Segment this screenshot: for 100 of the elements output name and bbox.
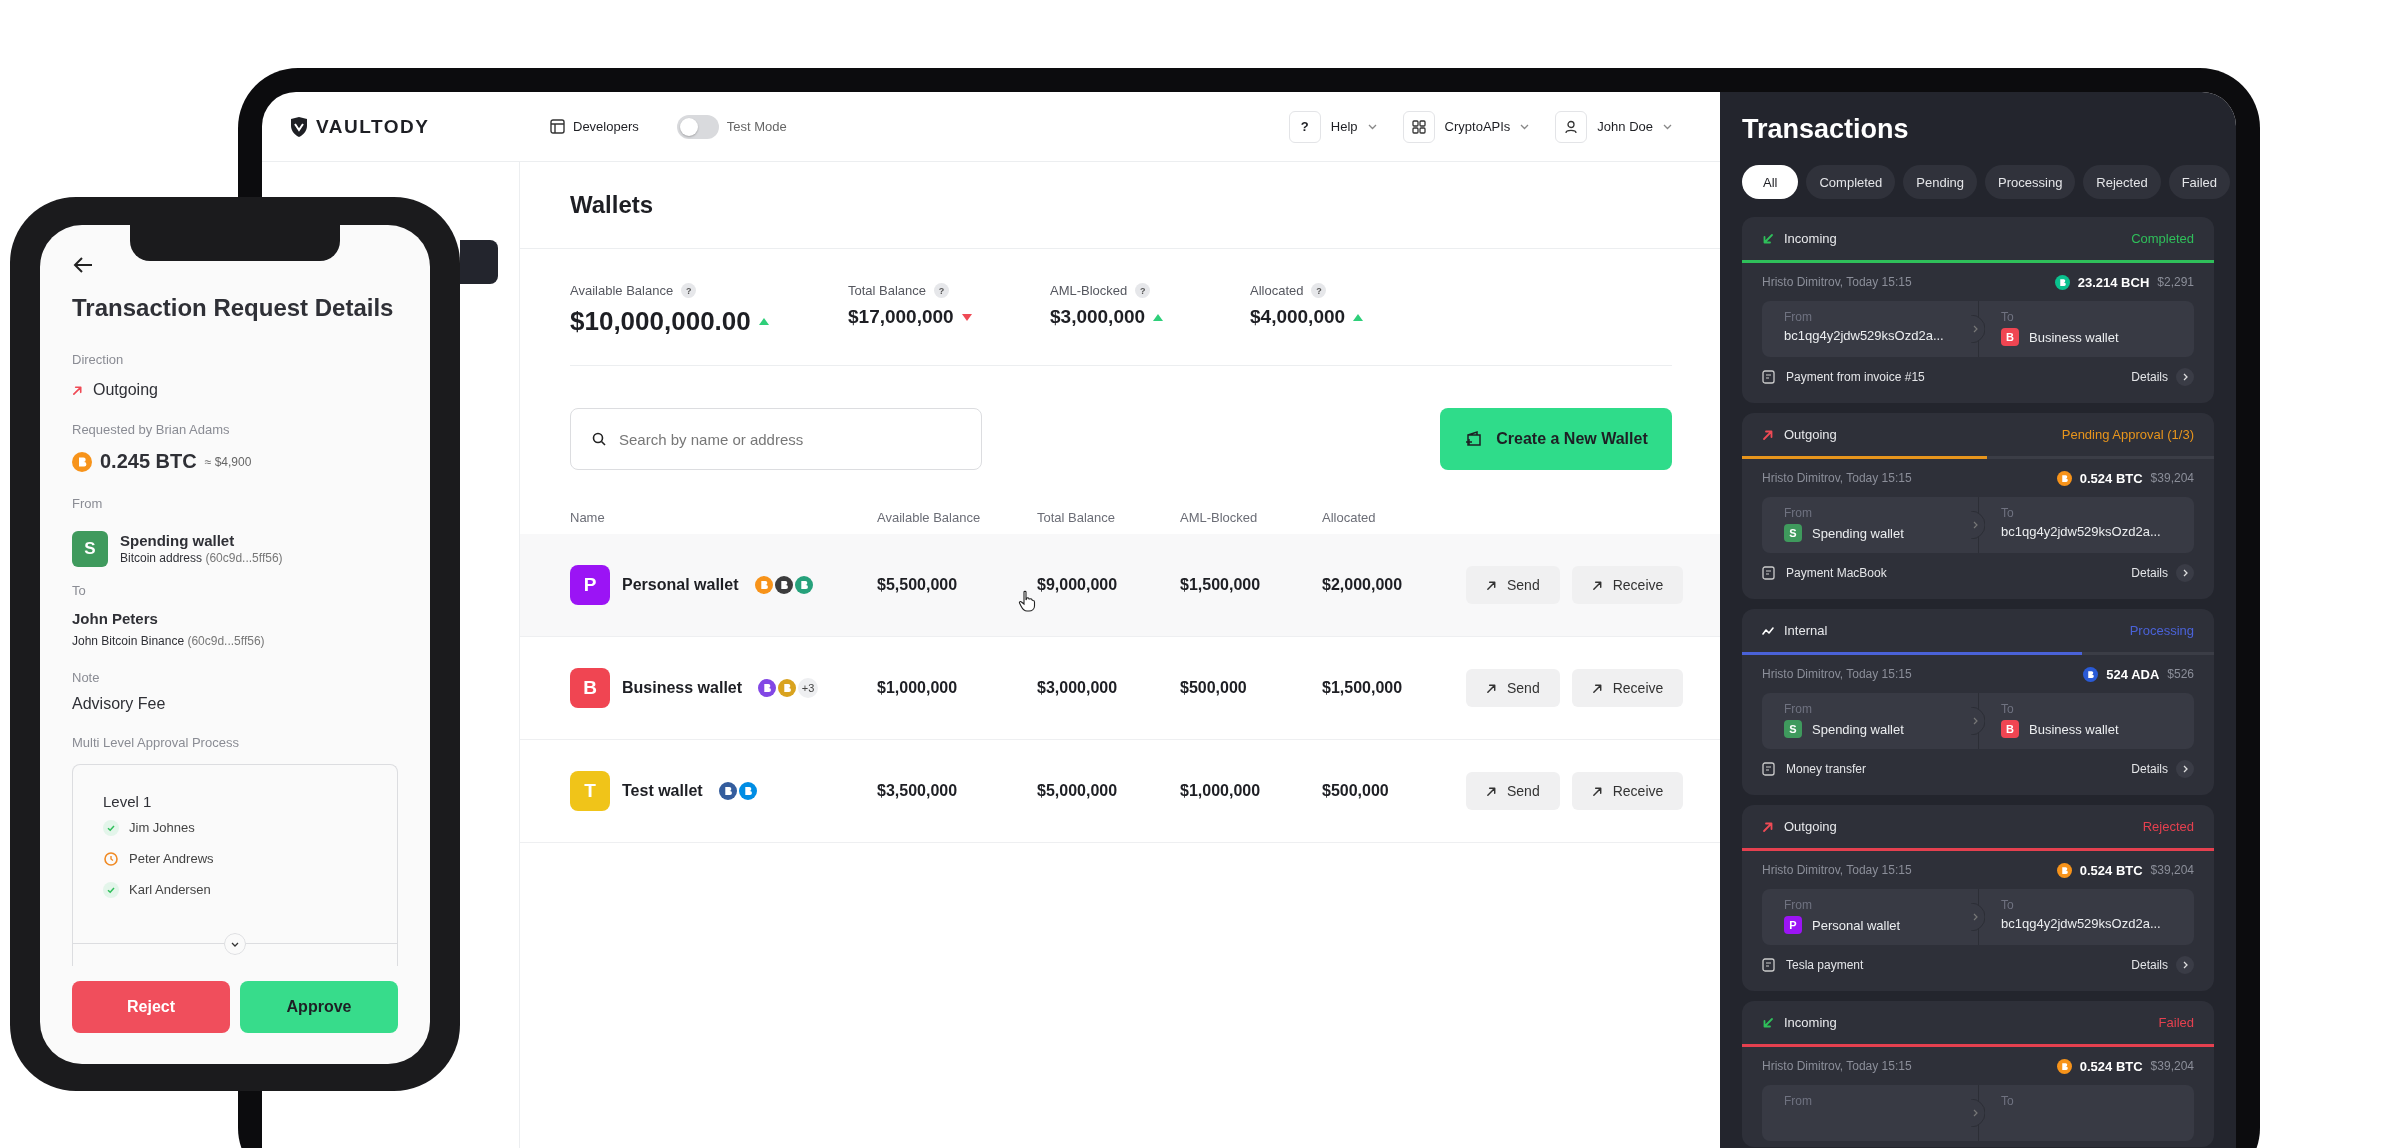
chevron-down-icon xyxy=(1367,123,1377,130)
address-text: bc1qg4y2jdw529ksOzd2a... xyxy=(2001,524,2161,539)
send-button[interactable]: Send xyxy=(1466,669,1560,707)
status-label: Processing xyxy=(2129,623,2194,638)
help-icon[interactable]: ? xyxy=(1311,283,1327,298)
receive-button[interactable]: Receive xyxy=(1571,772,1684,810)
zigzag-icon xyxy=(1762,624,1774,637)
from-label: From xyxy=(1784,310,1813,324)
balance-value: $4,000,000 xyxy=(1250,306,1346,328)
column-header: Available Balance xyxy=(877,509,982,525)
coin-icon xyxy=(754,576,773,594)
page-title: Wallets xyxy=(520,162,1720,249)
sidebar-item[interactable] xyxy=(460,240,498,284)
transaction-card[interactable]: Internal Processing Hristo Dimitrov, Today 15:15 524 ADA $526 From S Spending wallet To B Business wallet Money transfer Details xyxy=(1742,609,2214,795)
wallet-name[interactable]: Test wallet xyxy=(622,782,703,800)
filter-chip[interactable]: Processing xyxy=(1985,165,2076,199)
table-cell-text: $1,500,000 xyxy=(1180,576,1262,594)
column-header: AML-Blocked xyxy=(1180,509,1259,525)
chevron-right-icon xyxy=(2176,760,2194,778)
field-label: Direction xyxy=(72,352,125,368)
note-text: Tesla payment xyxy=(1786,958,1864,972)
wallet-row[interactable]: P Personal wallet $5,500,000 $9,000,000 $1,500,000 $2,000,000 Send Receive xyxy=(520,534,1720,637)
developers-link[interactable]: Developers xyxy=(573,119,639,134)
wallet-name: Personal wallet xyxy=(1812,917,1901,933)
filter-chip[interactable]: Rejected xyxy=(2083,165,2161,199)
recipient-address: John Bitcoin Binance (60c9d...5ff56) xyxy=(72,633,266,649)
filter-chip[interactable]: Completed xyxy=(1806,165,1896,199)
send-button[interactable]: Send xyxy=(1466,566,1560,604)
help-icon[interactable]: ? xyxy=(1135,283,1151,298)
coin-icon xyxy=(738,782,757,800)
test-mode-toggle[interactable] xyxy=(676,114,719,139)
coin-icon xyxy=(794,576,813,594)
chevron-right-icon xyxy=(1971,707,1985,735)
details-link[interactable]: Details xyxy=(2131,368,2194,386)
table-cell-text: $5,000,000 xyxy=(1037,782,1119,800)
receive-button[interactable]: Receive xyxy=(1571,566,1684,604)
filter-chip[interactable]: Failed xyxy=(2168,165,2231,199)
from-label: From xyxy=(1784,702,1813,716)
status-label: Rejected xyxy=(2142,819,2194,834)
transaction-card[interactable]: Outgoing Pending Approval (1/3) Hristo Dimitrov, Today 15:15 0.524 BTC $39,204 From S Spending wallet To bc1qg4y2jdw529ksOzd2a... Payment MacBook Details xyxy=(1742,413,2214,599)
address-text: bc1qg4y2jdw529ksOzd2a... xyxy=(2001,916,2161,931)
wallet-avatar: S xyxy=(72,531,108,567)
table-cell-text: $3,500,000 xyxy=(877,782,959,800)
apis-menu[interactable]: CryptoAPIs xyxy=(1402,110,1530,143)
wallet-row[interactable]: B Business wallet +3 $1,000,000 $3,000,000 $500,000 $1,500,000 Send Receive xyxy=(520,637,1720,740)
transaction-card[interactable]: Incoming Completed Hristo Dimitrov, Today 15:15 23.214 BCH $2,291 From bc1qg4y2jdw529ksOzd2a... To B Business wallet Payment from invoice #15 Details xyxy=(1742,217,2214,403)
details-link[interactable]: Details xyxy=(2131,564,2194,582)
user-menu[interactable]: John Doe xyxy=(1555,110,1672,143)
wallet-name[interactable]: Personal wallet xyxy=(622,576,739,594)
search-icon xyxy=(592,432,606,446)
approve-button[interactable]: Approve xyxy=(240,981,398,1033)
usd-amount: $526 xyxy=(2167,667,2194,681)
note-value: Advisory Fee xyxy=(72,695,167,713)
wallet-row[interactable]: T Test wallet $3,500,000 $5,000,000 $1,000,000 $500,000 Send Receive xyxy=(520,740,1720,843)
code-window-icon xyxy=(550,119,565,134)
transaction-card[interactable]: Incoming Failed Hristo Dimitrov, Today 15:15 0.524 BTC $39,204 From To xyxy=(1742,1001,2214,1147)
reject-button[interactable]: Reject xyxy=(72,981,230,1033)
create-wallet-button[interactable]: Create a New Wallet xyxy=(1440,408,1672,470)
help-menu[interactable]: ? Help xyxy=(1288,110,1377,143)
back-arrow-icon[interactable] xyxy=(72,255,94,275)
details-link[interactable]: Details xyxy=(2131,760,2194,778)
receive-button[interactable]: Receive xyxy=(1571,669,1684,707)
table-cell-text: $9,000,000 xyxy=(1037,576,1119,594)
document-icon xyxy=(1762,762,1776,776)
send-button[interactable]: Send xyxy=(1466,772,1560,810)
expand-icon[interactable] xyxy=(224,933,246,955)
amount-text: 0.524 BTC xyxy=(2079,1058,2143,1074)
help-icon[interactable]: ? xyxy=(681,283,697,298)
filter-chip[interactable]: All xyxy=(1742,165,1799,199)
sender-time: Hristo Dimitrov, Today 15:15 xyxy=(1762,863,1912,877)
level-title: Level 1 xyxy=(103,792,153,812)
direction-value: Outgoing xyxy=(93,381,158,399)
wallet-avatar: S xyxy=(1784,720,1802,738)
more-coins-count: +3 xyxy=(798,678,819,698)
coin-icon xyxy=(778,679,797,697)
arrow-down-left-icon xyxy=(1762,232,1774,245)
arrow-up-right-icon xyxy=(1591,785,1603,797)
document-icon xyxy=(1762,370,1776,384)
details-link[interactable]: Details xyxy=(2131,956,2194,974)
help-icon[interactable]: ? xyxy=(934,283,950,298)
address-text: bc1qg4y2jdw529ksOzd2a... xyxy=(1784,328,1944,343)
amount-value: 0.245 BTC xyxy=(100,450,197,473)
approver-name: Karl Andersen xyxy=(129,882,211,897)
to-label: To xyxy=(2001,898,2015,912)
filter-chip[interactable]: Pending xyxy=(1903,165,1978,199)
sender-time: Hristo Dimitrov, Today 15:15 xyxy=(1762,1059,1912,1073)
transaction-card[interactable]: Outgoing Rejected Hristo Dimitrov, Today 15:15 0.524 BTC $39,204 From P Personal wallet To bc1qg4y2jdw529ksOzd2a... Tesla payment Details xyxy=(1742,805,2214,991)
coin-icon xyxy=(2056,1058,2072,1074)
amount-text: 524 ADA xyxy=(2106,666,2160,682)
wallet-avatar: B xyxy=(2001,720,2019,738)
balance-label: Allocated xyxy=(1250,283,1304,298)
wallet-address: Bitcoin address (60c9d...5ff56) xyxy=(120,550,283,566)
wallet-avatar: P xyxy=(570,565,610,605)
amount-text: 0.524 BTC xyxy=(2079,470,2143,486)
wallet-name[interactable]: Business wallet xyxy=(622,679,743,697)
chevron-right-icon xyxy=(1971,903,1985,931)
coin-icon xyxy=(2083,666,2099,682)
to-label: To xyxy=(2001,506,2015,520)
search-field[interactable]: Search by name or address xyxy=(570,408,982,470)
chevron-right-icon xyxy=(1971,1099,1985,1127)
